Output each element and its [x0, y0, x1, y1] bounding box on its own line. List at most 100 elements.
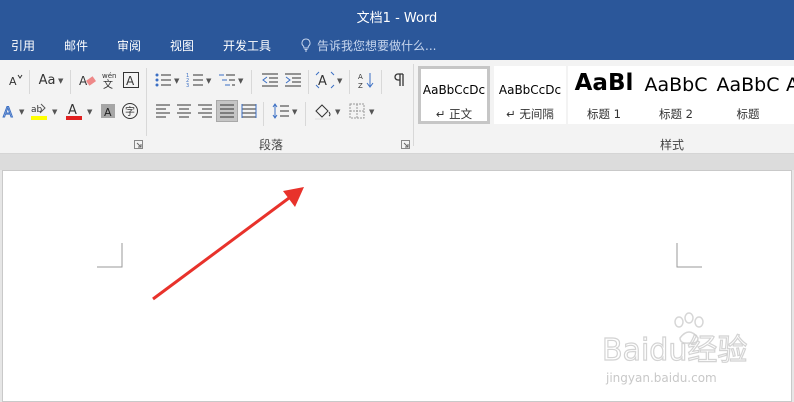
- align-left-icon: [156, 104, 170, 118]
- style-name: ↵ 无间隔: [506, 107, 554, 121]
- tab-references[interactable]: 引用: [11, 37, 35, 54]
- svg-text:A: A: [126, 74, 135, 88]
- svg-text:字: 字: [125, 105, 135, 118]
- svg-text:文: 文: [103, 78, 113, 89]
- font-dialog-launcher-icon[interactable]: [134, 140, 143, 149]
- style-name: 标题 2: [659, 107, 693, 121]
- chevron-down-icon: ▼: [206, 77, 212, 85]
- svg-text:A: A: [104, 106, 112, 119]
- ribbon: A Aa ▼ A wén 文 A A ▼ ab ▼ A ▼ A 字 ▼ 123 ▼…: [0, 60, 794, 154]
- chevron-down-icon: ▼: [238, 77, 244, 85]
- text-effects-icon: A: [3, 105, 14, 121]
- document-page[interactable]: [2, 170, 792, 402]
- borders-button[interactable]: [346, 100, 368, 122]
- style-sample: AaBbC: [644, 74, 708, 96]
- bordered-a-icon: A: [123, 72, 139, 88]
- title-bar: 文档1 - Word: [0, 0, 794, 30]
- chevron-down-icon: ▼: [19, 108, 25, 116]
- chevron-down-icon: ▼: [58, 77, 64, 85]
- align-center-icon: [177, 104, 191, 118]
- svg-text:A: A: [3, 105, 13, 120]
- svg-text:A: A: [9, 75, 17, 88]
- style-normal[interactable]: AaBbCcDc ↵ 正文: [418, 66, 490, 124]
- svg-text:A: A: [358, 73, 363, 81]
- phonetic-icon: wén文: [102, 72, 116, 89]
- multilevel-list-icon: [219, 74, 235, 86]
- distributed-icon: [241, 104, 257, 118]
- numbering-button[interactable]: 123: [184, 69, 206, 91]
- svg-text:ab: ab: [31, 105, 43, 115]
- style-sample: AaBl: [574, 70, 634, 96]
- multilevel-list-button[interactable]: [216, 69, 238, 91]
- chevron-down-icon: ▼: [292, 108, 298, 116]
- distributed-button[interactable]: [238, 100, 260, 122]
- svg-text:wén: wén: [102, 72, 116, 80]
- style-partial[interactable]: A: [784, 66, 794, 124]
- chevron-down-icon: ▼: [87, 108, 93, 116]
- style-no-spacing[interactable]: AaBbCcDc ↵ 无间隔: [494, 66, 566, 124]
- svg-text:3: 3: [186, 83, 189, 88]
- align-right-icon: [198, 104, 212, 118]
- sort-az-icon: AZ: [358, 73, 374, 89]
- tab-developer[interactable]: 开发工具: [223, 37, 271, 54]
- change-case-button[interactable]: Aa: [34, 69, 60, 91]
- justify-button[interactable]: [216, 100, 238, 122]
- style-name: ↵ 正文: [435, 107, 473, 121]
- character-shading-button[interactable]: A: [97, 100, 119, 122]
- clear-formatting-button[interactable]: A: [76, 69, 98, 91]
- style-title[interactable]: AaBbC 标题: [712, 66, 784, 124]
- tell-me-text: 告诉我您想要做什么...: [317, 39, 437, 53]
- indent-icon: [285, 73, 301, 87]
- style-sample: AaBbCcDc: [498, 83, 562, 97]
- chevron-down-icon: ▼: [174, 77, 180, 85]
- font-color-icon: A: [66, 103, 82, 120]
- bullets-button[interactable]: [152, 69, 174, 91]
- style-name: 标题 1: [587, 107, 621, 121]
- show-hide-marks-button[interactable]: [387, 69, 409, 91]
- lightbulb-icon: [301, 38, 311, 52]
- numbered-list-icon: 123: [186, 73, 203, 88]
- highlight-color-button[interactable]: ab: [28, 100, 50, 122]
- phonetic-guide-button[interactable]: wén 文: [98, 69, 120, 91]
- style-sample: AaBbCcDc: [422, 83, 486, 97]
- chevron-down-icon: ▼: [335, 108, 341, 116]
- svg-text:A: A: [318, 74, 327, 89]
- line-spacing-icon: [272, 103, 289, 119]
- paragraph-group-label: 段落: [259, 138, 284, 152]
- justify-icon: [220, 104, 234, 118]
- outdent-icon: [262, 73, 278, 87]
- styles-gallery: AaBbCcDc ↵ 正文 AaBbCcDc ↵ 无间隔 AaBl 标题 1 A…: [418, 64, 794, 126]
- paragraph-dialog-launcher-icon[interactable]: [401, 140, 410, 149]
- align-center-button[interactable]: [173, 100, 195, 122]
- tab-mailings[interactable]: 邮件: [64, 37, 88, 54]
- chevron-down-icon: ▼: [369, 108, 375, 116]
- window-title: 文档1 - Word: [356, 11, 438, 26]
- shaded-a-icon: A: [101, 104, 115, 119]
- chinese-layout-button[interactable]: A: [314, 69, 336, 91]
- style-heading-2[interactable]: AaBbC 标题 2: [640, 66, 712, 124]
- ruler-area: [0, 154, 794, 170]
- highlighter-icon: ab: [31, 103, 47, 120]
- text-effects-button[interactable]: A: [0, 100, 20, 122]
- align-right-button[interactable]: [194, 100, 216, 122]
- bullet-list-icon: [155, 73, 171, 87]
- line-spacing-button[interactable]: [270, 100, 292, 122]
- shrink-font-button[interactable]: A: [4, 69, 26, 91]
- decrease-indent-button[interactable]: [259, 69, 281, 91]
- increase-indent-button[interactable]: [282, 69, 304, 91]
- style-heading-1[interactable]: AaBl 标题 1: [568, 66, 640, 124]
- enclose-characters-button[interactable]: 字: [119, 100, 141, 122]
- character-border-button[interactable]: A: [120, 69, 142, 91]
- shading-button[interactable]: [312, 100, 334, 122]
- svg-text:A: A: [68, 103, 77, 118]
- align-left-button[interactable]: [152, 100, 174, 122]
- tab-review[interactable]: 审阅: [117, 37, 141, 54]
- sort-button[interactable]: AZ: [355, 69, 377, 91]
- enclosed-char-icon: 字: [122, 103, 138, 119]
- svg-text:Z: Z: [358, 82, 363, 89]
- style-sample: A: [786, 74, 794, 96]
- tab-view[interactable]: 视图: [170, 37, 194, 54]
- paint-bucket-icon: [315, 104, 331, 120]
- font-color-button[interactable]: A: [63, 100, 85, 122]
- borders-icon: [349, 103, 365, 119]
